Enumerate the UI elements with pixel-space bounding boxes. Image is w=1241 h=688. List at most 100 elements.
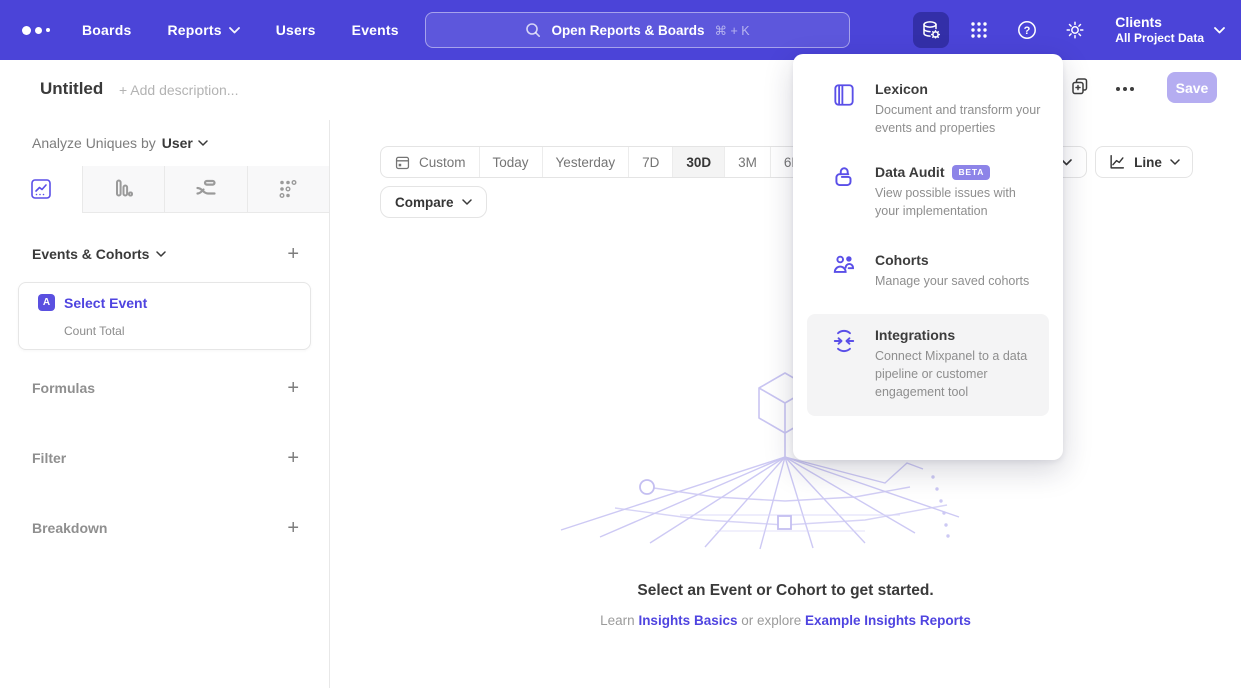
line-style-icon [1108,153,1126,171]
chevron-down-icon [198,140,208,146]
date-range-30d[interactable]: 30D [672,147,724,177]
data-management-button[interactable] [913,12,949,48]
apps-grid-button[interactable] [961,12,997,48]
more-options-button[interactable] [1112,76,1138,102]
date-range-today[interactable]: Today [479,147,542,177]
date-range-yesterday[interactable]: Yesterday [542,147,629,177]
date-range-label: 7D [642,155,659,170]
menu-item-lexicon[interactable]: Lexicon Document and transform your even… [793,81,1063,137]
add-description-field[interactable]: + Add description... [119,82,238,98]
nav-link-events[interactable]: Events [352,14,399,46]
flow-icon [194,177,218,201]
event-letter-badge: A [38,294,55,311]
insights-basics-link[interactable]: Insights Basics [638,613,737,628]
global-search[interactable]: Open Reports & Boards ⌘ + K [425,12,850,48]
project-name: Clients [1115,14,1204,32]
nav-link-users[interactable]: Users [276,14,316,46]
menu-item-data-audit[interactable]: Data Audit BETA View possible issues wit… [793,164,1063,220]
add-breakdown-button[interactable]: + [287,518,299,538]
nav-link-label: Users [276,22,316,38]
event-card[interactable]: A Select Event Count Total [18,282,311,350]
date-range-selector: Custom Today Yesterday 7D 30D 3M 6M [380,146,817,178]
duplicate-icon [1070,76,1090,96]
lexicon-book-icon [831,82,857,108]
gear-icon [1064,19,1086,41]
menu-item-title: Data Audit [875,164,944,180]
analyze-value: User [162,135,193,151]
select-event-label[interactable]: Select Event [64,295,147,311]
chart-type-tabs [0,166,329,213]
calendar-icon [394,154,411,171]
date-range-custom[interactable]: Custom [381,147,479,177]
analyze-label: Analyze Uniques by [32,135,156,151]
menu-item-title: Integrations [875,327,955,343]
menu-item-title: Lexicon [875,81,928,97]
nav-links: Boards Reports Users Events [82,14,435,46]
chevron-down-icon [229,27,240,34]
date-range-label: 30D [686,155,711,170]
date-range-7d[interactable]: 7D [628,147,672,177]
date-range-label: Yesterday [556,155,616,170]
count-total-label[interactable]: Count Total [64,324,125,338]
nav-link-reports[interactable]: Reports [167,14,239,46]
help-icon: ? [1016,19,1038,41]
formulas-label: Formulas [32,380,95,396]
settings-button[interactable] [1057,12,1093,48]
grid-dots-icon [969,20,989,40]
project-scope: All Project Data [1115,31,1204,46]
date-range-3m[interactable]: 3M [724,147,770,177]
breakdown-label: Breakdown [32,520,107,536]
breakdown-section: Breakdown + [0,518,329,538]
filter-section: Filter + [0,448,329,468]
events-cohorts-section: Events & Cohorts + [0,244,329,264]
add-event-button[interactable]: + [287,244,299,264]
menu-item-integrations[interactable]: Integrations Connect Mixpanel to a data … [807,314,1049,416]
integrations-sync-icon [831,328,857,354]
date-range-label: Custom [419,155,466,170]
menu-item-description: View possible issues with your implement… [875,184,1043,220]
data-audit-icon [831,165,857,191]
compare-button[interactable]: Compare [380,186,487,218]
save-button[interactable]: Save [1167,72,1217,103]
menu-item-cohorts[interactable]: Cohorts Manage your saved cohorts [793,252,1063,290]
nav-link-boards[interactable]: Boards [82,14,131,46]
tab-metric-chart[interactable] [247,166,330,213]
help-button[interactable]: ? [1009,12,1045,48]
query-builder-sidebar: Analyze Uniques by User [0,120,330,688]
chevron-down-icon [1214,27,1225,34]
search-shortcut: ⌘ + K [714,23,749,38]
report-title[interactable]: Untitled [40,79,103,99]
chart-style-dropdown[interactable]: Line [1095,146,1193,178]
nav-right-cluster: ? Clients All Project Data [913,0,1225,60]
events-cohorts-label: Events & Cohorts [32,246,149,262]
events-cohorts-header[interactable]: Events & Cohorts [32,246,166,262]
svg-text:?: ? [1024,25,1031,37]
nav-link-label: Boards [82,22,131,38]
menu-item-description: Connect Mixpanel to a data pipeline or c… [875,347,1043,401]
line-chart-icon [29,177,53,201]
filter-label: Filter [32,450,66,466]
top-navbar: Boards Reports Users Events Open Reports… [0,0,1241,60]
date-range-label: Today [493,155,529,170]
nav-link-label: Reports [167,22,221,38]
chevron-down-icon [1170,159,1180,165]
empty-state-heading: Select an Event or Cohort to get started… [330,582,1241,600]
tab-flow-chart[interactable] [164,166,247,213]
tab-bar-chart[interactable] [82,166,165,213]
empty-state-text: Learn [600,613,638,628]
add-filter-button[interactable]: + [287,448,299,468]
add-formula-button[interactable]: + [287,378,299,398]
tab-line-chart[interactable] [0,166,82,213]
mixpanel-logo [22,26,66,35]
project-selector[interactable]: Clients All Project Data [1115,14,1225,47]
chevron-down-icon [462,199,472,205]
search-icon [525,22,541,38]
nav-link-label: Events [352,22,399,38]
dots-grid-icon [276,177,300,201]
chart-style-label: Line [1134,155,1162,170]
menu-item-title: Cohorts [875,252,929,268]
duplicate-report-button[interactable] [1070,76,1090,96]
database-gear-icon [920,19,942,41]
analyze-value-dropdown[interactable]: User [162,135,208,151]
example-reports-link[interactable]: Example Insights Reports [805,613,971,628]
